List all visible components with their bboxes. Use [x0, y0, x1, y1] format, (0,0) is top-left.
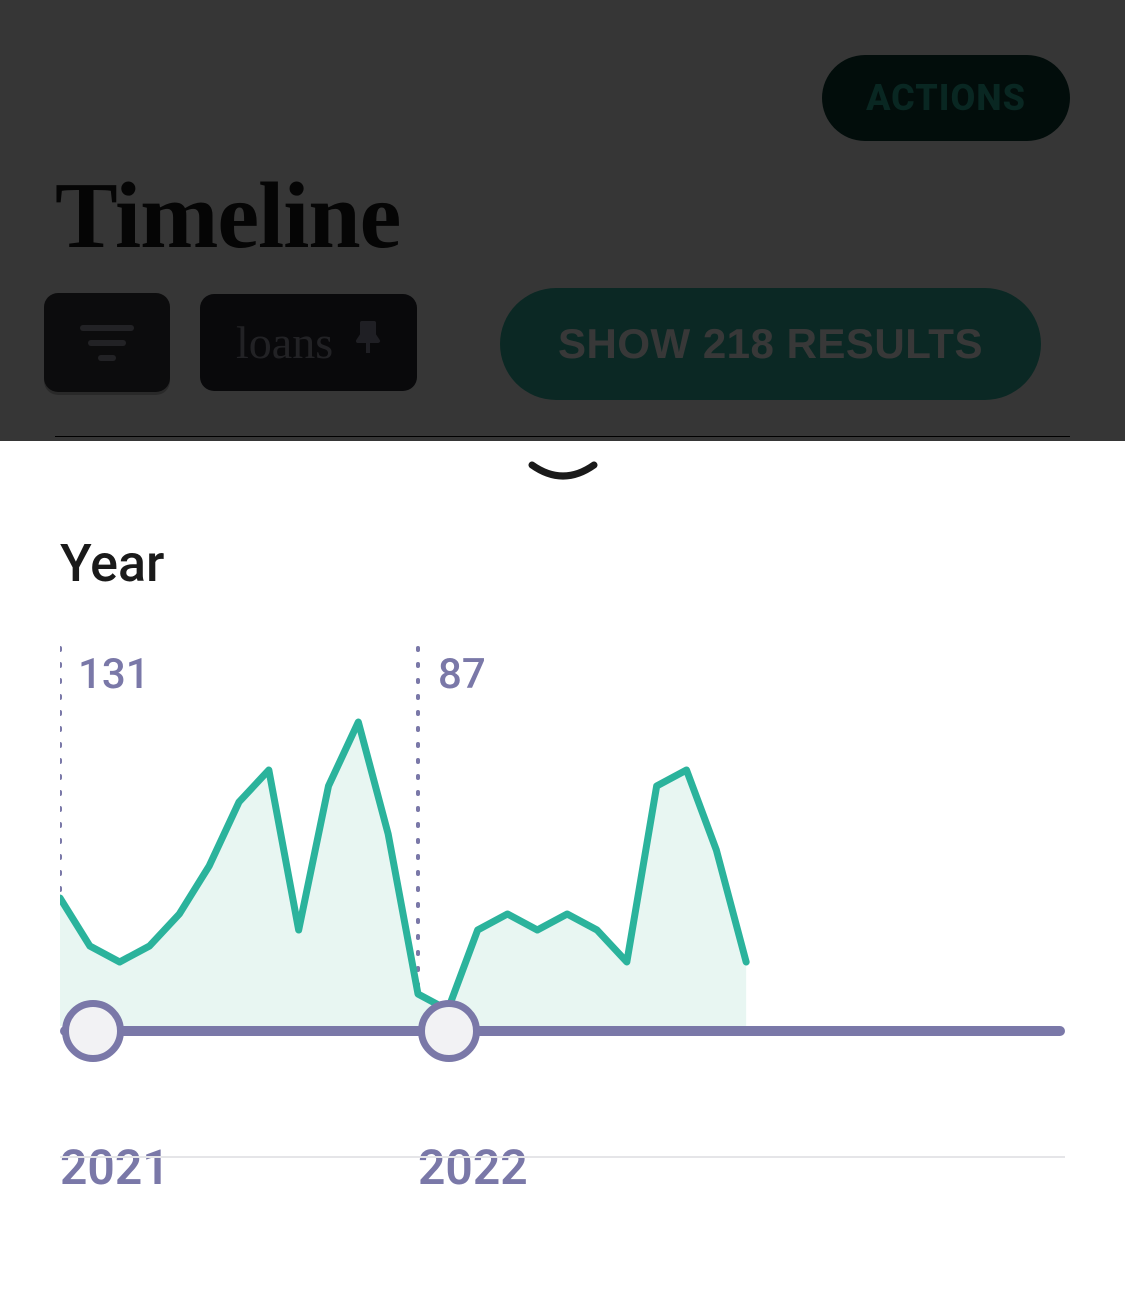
filter-icon: [79, 322, 135, 364]
area-chart-svg: [60, 636, 1065, 1036]
show-results-button[interactable]: SHOW 218 RESULTS: [500, 288, 1041, 400]
chevron-down-icon: [528, 461, 598, 485]
divider: [55, 436, 1070, 437]
timeline-slider-track[interactable]: [60, 1026, 1065, 1036]
filter-button[interactable]: [44, 293, 170, 392]
count-label-2021: 131: [78, 650, 150, 699]
bottom-sheet: Year 131 87 2021 2022: [0, 441, 1125, 1196]
actions-button[interactable]: ACTIONS: [822, 55, 1070, 141]
timeline-slider-thumb-right[interactable]: [418, 1000, 480, 1062]
count-label-2022: 87: [438, 650, 486, 699]
sheet-drag-handle[interactable]: [0, 441, 1125, 485]
pin-icon: [355, 321, 381, 364]
filter-row: loans: [44, 293, 417, 392]
timeline-slider-thumb-left[interactable]: [62, 1000, 124, 1062]
timeline-chart: 131 87 2021 2022: [60, 636, 1065, 1196]
year-label-left: 2021: [60, 1139, 170, 1196]
section-title-year: Year: [60, 533, 1125, 594]
filter-chip-loans[interactable]: loans: [200, 294, 417, 391]
divider: [60, 1156, 1065, 1158]
filter-chip-label: loans: [236, 316, 333, 369]
page-title: Timeline: [55, 162, 400, 270]
year-label-right: 2022: [418, 1139, 528, 1196]
header-area: ACTIONS Timeline loans SHOW 218 RESULTS: [0, 0, 1125, 441]
